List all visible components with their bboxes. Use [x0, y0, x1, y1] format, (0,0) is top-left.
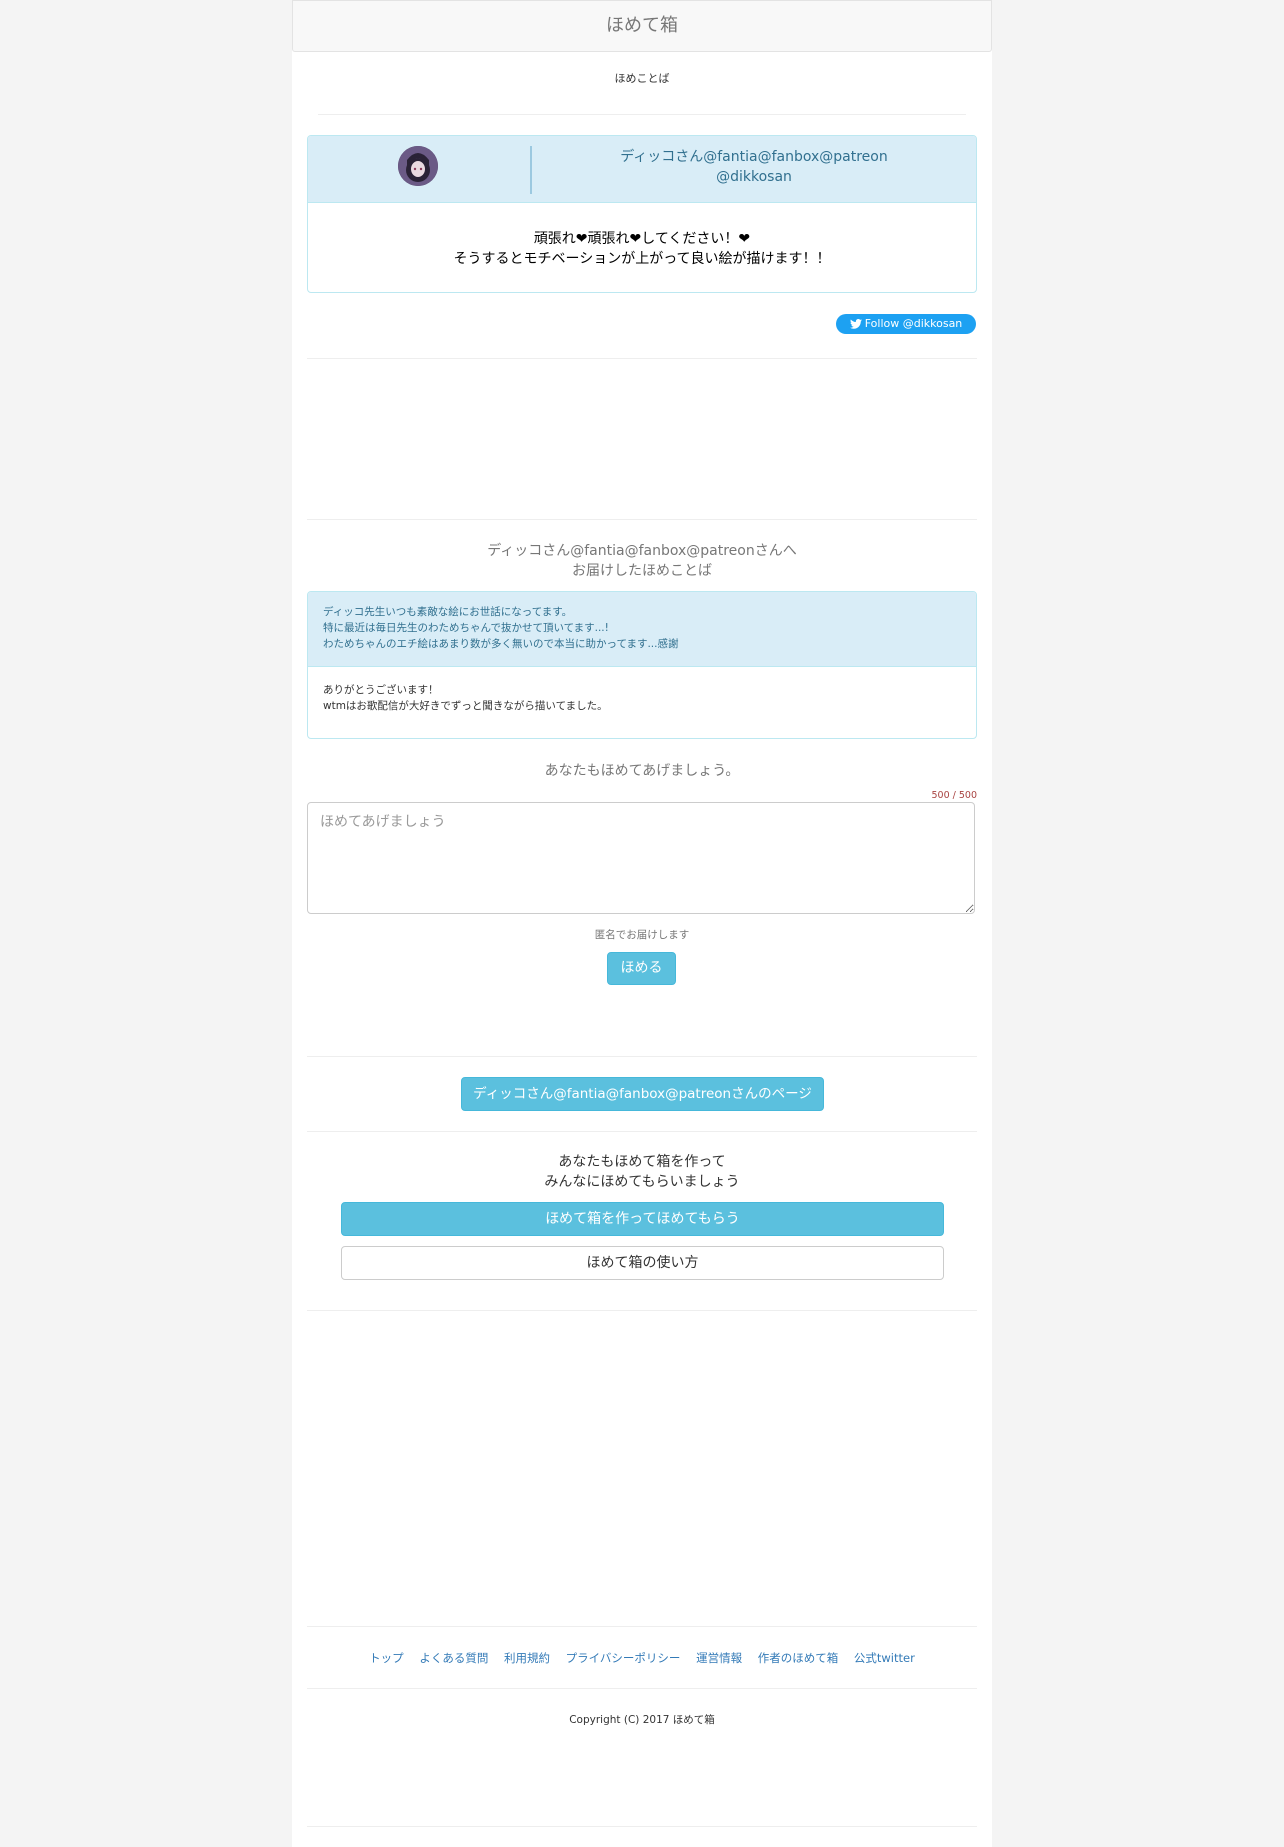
profile-name-line2: @dikkosan — [716, 169, 792, 185]
profile-panel: ディッコさん@fantia@fanbox@patreon @dikkosan 頑… — [307, 135, 977, 293]
profile-message-line2: そうするとモチベーションが上がって良い絵が描けます！！ — [453, 251, 831, 267]
footer-link-terms[interactable]: 利用規約 — [504, 1650, 550, 1666]
create-box-button[interactable]: ほめて箱を作ってほめてもらう — [341, 1202, 944, 1236]
reply-message: ありがとうございます！ wtmはお歌配信が大好きでずっと聞きながら描いてました。 — [323, 682, 963, 714]
praise-line: 特に最近は毎日先生のわためちゃんで抜かせて頂いてます...! — [323, 622, 609, 634]
delivered-heading-line2: お届けしたほめことば — [572, 563, 712, 579]
create-box-heading-line1: あなたもほめて箱を作って — [558, 1154, 726, 1170]
footer-link-operator[interactable]: 運営情報 — [696, 1650, 742, 1666]
divider — [307, 1131, 977, 1132]
footer-link-faq[interactable]: よくある質問 — [419, 1650, 488, 1666]
praise-line: わためちゃんのエチ絵はあまり数が多く無いので本当に助かってます...感謝 — [323, 638, 679, 650]
reply-line: ありがとうございます！ — [323, 684, 439, 696]
footer-links: トップ よくある質問 利用規約 プライバシーポリシー 運営情報 作者のほめて箱 … — [292, 1650, 992, 1666]
delivered-heading: ディッコさん@fantia@fanbox@patreonさんへ お届けしたほめこ… — [292, 541, 992, 581]
delivered-message-panel: ディッコ先生いつも素敵な絵にお世話になってます。 特に最近は毎日先生のわためちゃ… — [307, 591, 977, 739]
praise-input[interactable] — [307, 802, 975, 914]
author-page-button[interactable]: ディッコさん@fantia@fanbox@patreonさんのページ — [461, 1077, 824, 1111]
avatar[interactable] — [398, 146, 438, 186]
divider — [307, 1826, 977, 1827]
reply-line: wtmはお歌配信が大好きでずっと聞きながら描いてました。 — [323, 700, 608, 712]
twitter-bird-icon — [849, 319, 862, 329]
praise-message-header: ディッコ先生いつも素敵な絵にお世話になってます。 特に最近は毎日先生のわためちゃ… — [308, 592, 976, 667]
praise-submit-button[interactable]: ほめる — [607, 952, 676, 985]
profile-header: ディッコさん@fantia@fanbox@patreon @dikkosan — [308, 136, 976, 203]
section-label: ほめことば — [614, 72, 670, 85]
navbar: ほめて箱 — [292, 0, 992, 52]
footer-link-author-box[interactable]: 作者のほめて箱 — [758, 1650, 839, 1666]
compose-heading: あなたもほめてあげましょう。 — [544, 763, 740, 779]
create-box-heading: あなたもほめて箱を作って みんなにほめてもらいましょう — [292, 1152, 992, 1192]
profile-message: 頑張れ❤頑張れ❤してください！❤ そうするとモチベーションが上がって良い絵が描け… — [308, 229, 976, 269]
site-title[interactable]: ほめて箱 — [606, 15, 678, 36]
avatar-image — [398, 146, 438, 186]
page-container: ほめて箱 ほめことば ディッコさん@fantia@fanbox@patreon … — [292, 0, 992, 1847]
profile-message-line1: 頑張れ❤頑張れ❤してください！❤ — [533, 231, 751, 247]
divider — [307, 358, 977, 359]
divider — [307, 1626, 977, 1627]
divider — [307, 519, 977, 520]
footer-link-privacy[interactable]: プライバシーポリシー — [566, 1650, 681, 1666]
divider — [307, 1688, 977, 1689]
profile-name-line1: ディッコさん@fantia@fanbox@patreon — [620, 149, 888, 165]
profile-name[interactable]: ディッコさん@fantia@fanbox@patreon @dikkosan — [532, 147, 976, 187]
anonymous-note: 匿名でお届けします — [594, 929, 690, 941]
delivered-heading-line1: ディッコさん@fantia@fanbox@patreonさんへ — [487, 543, 797, 559]
howto-button[interactable]: ほめて箱の使い方 — [341, 1246, 944, 1280]
twitter-follow-button[interactable]: Follow @dikkosan — [836, 314, 976, 334]
divider — [307, 1310, 977, 1311]
praise-message: ディッコ先生いつも素敵な絵にお世話になってます。 特に最近は毎日先生のわためちゃ… — [323, 604, 963, 652]
footer-link-twitter[interactable]: 公式twitter — [854, 1650, 915, 1666]
twitter-follow-label: Follow @dikkosan — [864, 317, 963, 330]
copyright: Copyright (C) 2017 ほめて箱 — [569, 1714, 715, 1726]
character-counter: 500 / 500 — [931, 790, 977, 801]
praise-line: ディッコ先生いつも素敵な絵にお世話になってます。 — [323, 606, 573, 618]
footer-link-top[interactable]: トップ — [369, 1650, 404, 1666]
create-box-heading-line2: みんなにほめてもらいましょう — [544, 1174, 740, 1190]
divider — [318, 114, 966, 115]
divider — [307, 1056, 977, 1057]
